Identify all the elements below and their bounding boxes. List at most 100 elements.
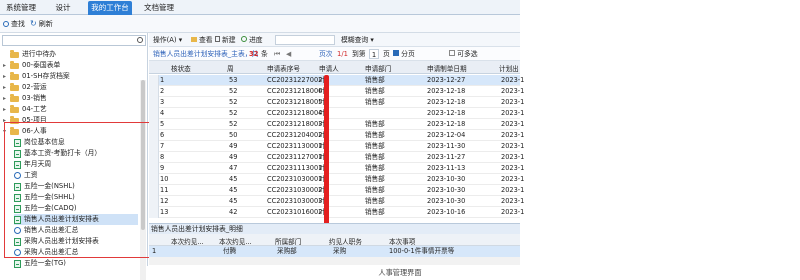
table-row[interactable]: 5 52 CC20231218003 叶销售部 2023-12-18 2023-1 xyxy=(149,119,524,130)
tree-item[interactable]: 销售人员出差汇总 xyxy=(14,225,138,236)
tree-folder[interactable]: ▸ 02-营运 xyxy=(3,82,138,93)
row-header[interactable] xyxy=(149,130,159,141)
row-header[interactable] xyxy=(149,75,159,86)
table-row[interactable]: 4 52 CC20231218004 叶 2023-12-18 2023-1 xyxy=(149,108,524,119)
tree-item[interactable]: 五险一金(NSHL) xyxy=(14,181,138,192)
tree-item[interactable]: 销售人员出差计划安排表 xyxy=(14,214,138,225)
table-cell: 4 xyxy=(160,109,165,117)
new-button[interactable]: 新建 xyxy=(215,35,236,45)
col-plan[interactable]: 计划出 xyxy=(499,63,519,73)
table-row[interactable]: 7 49 CC20231130001 叶销售部 2023-11-30 2023-1 xyxy=(149,141,524,152)
tree-folder[interactable]: ▸ 01-SH存货档案 xyxy=(3,71,138,82)
table-row[interactable]: 12 45 CC20231030003 叶销售部 2023-10-30 2023-1 xyxy=(149,196,524,207)
tree-item[interactable]: 岗位基本信息 xyxy=(14,137,138,148)
detail-col-1[interactable]: 本次约见... xyxy=(171,236,204,246)
refresh-label: 刷新 xyxy=(38,20,53,28)
tree-folder[interactable]: ▸ 04-工艺 xyxy=(3,104,138,115)
fuzzy-query-select[interactable]: 模糊查询 ▾ xyxy=(341,35,374,45)
tree-folder[interactable]: ▸ 00-泰国表单 xyxy=(3,60,138,71)
table-row[interactable]: 9 47 CC20231113001 叶销售部 2023-11-13 2023-1 xyxy=(149,163,524,174)
tree-item[interactable]: 采购人员出差汇总 xyxy=(14,247,138,258)
tab-design[interactable]: 设计 xyxy=(48,1,78,15)
expand-arrow-icon[interactable]: ▸ xyxy=(3,93,10,104)
row-header[interactable] xyxy=(149,152,159,163)
form-icon xyxy=(14,182,21,191)
tab-workspace[interactable]: 我的工作台 xyxy=(88,1,132,15)
col-applicant[interactable]: 申请人 xyxy=(319,63,339,73)
tree-folder[interactable]: 进行中待办 xyxy=(3,49,138,60)
refresh-button[interactable]: ↻ 刷新 xyxy=(30,18,53,30)
table-row[interactable]: 6 50 CC20231204002 叶销售部 2023-12-04 2023-1 xyxy=(149,130,524,141)
tree-item-label: 进行中待办 xyxy=(22,50,56,58)
table-row[interactable]: 8 49 CC20231127001 叶销售部 2023-11-27 2023-1 xyxy=(149,152,524,163)
tree-folder[interactable]: ▸ 03-销售 xyxy=(3,93,138,104)
tree-item[interactable]: 年月天周 xyxy=(14,159,138,170)
table-cell: CC20231204002 xyxy=(267,131,323,139)
tree-folder[interactable]: ▸ 05-项目 xyxy=(3,115,138,126)
col-date[interactable]: 申请制单日期 xyxy=(427,63,467,73)
table-row[interactable]: 10 45 CC20231030001 叶销售部 2023-10-30 2023-1 xyxy=(149,174,524,185)
col-status[interactable]: 核状态 xyxy=(171,63,191,73)
row-header[interactable] xyxy=(149,119,159,130)
detail-col-2[interactable]: 本次约见... xyxy=(219,236,252,246)
tree-item[interactable]: 工资 xyxy=(14,170,138,181)
detail-col-title[interactable]: 约见人职务 xyxy=(329,236,362,246)
expand-arrow-icon[interactable]: ▸ xyxy=(3,115,10,126)
col-code[interactable]: 申请表序号 xyxy=(267,63,300,73)
table-row[interactable]: 3 52 CC20231218005 叶销售部 2023-12-18 2023-1 xyxy=(149,97,524,108)
paginate-label: 分页 xyxy=(401,50,415,58)
detail-col-dept[interactable]: 所属部门 xyxy=(275,236,301,246)
row-header[interactable] xyxy=(149,86,159,97)
detail-scrollbar[interactable] xyxy=(149,257,520,265)
query-input[interactable] xyxy=(275,35,335,45)
tree-scrollbar[interactable] xyxy=(140,80,146,280)
detail-row[interactable]: 1 付腾 采购部 采购 100-0-1件事情开票等 xyxy=(149,246,520,257)
tree-item[interactable]: 采购人员出差计划安排表 xyxy=(14,236,138,247)
operation-menu[interactable]: 操作(A) ▾ xyxy=(153,35,182,45)
tab-system[interactable]: 系统管理 xyxy=(4,1,38,15)
multi-select-toggle[interactable]: 可多选 xyxy=(449,49,478,59)
table-cell: 2023-1 xyxy=(501,142,525,150)
row-header[interactable] xyxy=(149,174,159,185)
row-header[interactable] xyxy=(149,108,159,119)
form-icon xyxy=(14,149,21,158)
form-icon xyxy=(14,160,21,169)
table-row[interactable]: 2 52 CC20231218006 叶销售部 2023-12-18 2023-1 xyxy=(149,86,524,97)
tree-item-label: 五险一金(CADQ) xyxy=(24,204,77,212)
goto-label: 到第 xyxy=(352,50,366,58)
tree-item[interactable]: 五险一金(SHHL) xyxy=(14,192,138,203)
col-dept[interactable]: 申请部门 xyxy=(365,63,391,73)
table-cell: 47 xyxy=(229,164,238,172)
row-header[interactable] xyxy=(149,185,159,196)
progress-button[interactable]: 进度 xyxy=(241,35,263,45)
tree-search-input[interactable] xyxy=(2,35,146,46)
tree-item[interactable]: 五险一金(CADQ) xyxy=(14,203,138,214)
row-header[interactable] xyxy=(149,163,159,174)
paginate-toggle[interactable]: 分页 xyxy=(393,49,415,59)
expand-arrow-icon[interactable]: ▸ xyxy=(3,60,10,71)
nav-first-icon[interactable]: ⏮ xyxy=(274,49,280,59)
tree-folder[interactable]: ▾ 06-人事 xyxy=(3,126,138,137)
row-header[interactable] xyxy=(149,207,159,218)
col-week[interactable]: 周 xyxy=(227,63,234,73)
table-row[interactable]: 11 45 CC20231030002 叶销售部 2023-10-30 2023-1 xyxy=(149,185,524,196)
table-row[interactable]: 1 53 CC20231227002 叶销售部 2023-12-27 2023-1 xyxy=(149,75,524,86)
view-button[interactable]: 查看 xyxy=(191,35,213,45)
search-button[interactable]: 查找 xyxy=(3,18,25,30)
expand-arrow-icon[interactable]: ▸ xyxy=(3,82,10,93)
page-input[interactable]: 1 xyxy=(369,49,379,59)
module-tab-bar: 系统管理 设计 我的工作台 文档管理 xyxy=(0,0,520,15)
detail-col-matter[interactable]: 本次事项 xyxy=(389,236,415,246)
expand-arrow-icon[interactable]: ▸ xyxy=(3,104,10,115)
table-cell: 2023-12-18 xyxy=(427,87,466,95)
table-row[interactable]: 13 42 CC20231016002 叶销售部 2023-10-16 2023-1 xyxy=(149,207,524,218)
row-header[interactable] xyxy=(149,196,159,207)
tree-item[interactable]: 基本工资-考勤打卡（月） xyxy=(14,148,138,159)
nav-prev-icon[interactable]: ◀ xyxy=(286,49,291,59)
row-header[interactable] xyxy=(149,97,159,108)
expand-arrow-icon[interactable]: ▸ xyxy=(3,71,10,82)
expand-arrow-icon[interactable]: ▾ xyxy=(3,126,10,137)
table-cell: CC20231218005 xyxy=(267,98,323,106)
tab-documents[interactable]: 文档管理 xyxy=(140,1,178,15)
row-header[interactable] xyxy=(149,141,159,152)
